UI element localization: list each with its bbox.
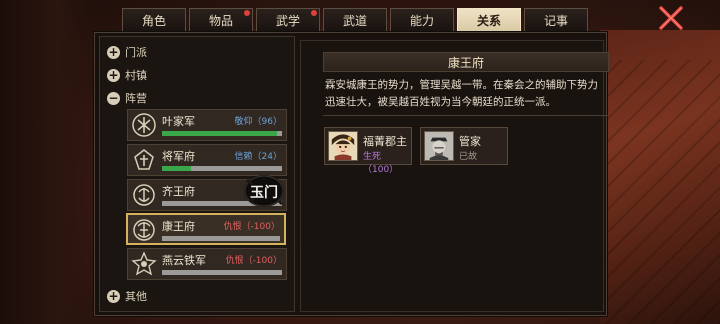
sect-seal-stamp: 玉门	[244, 175, 284, 207]
member-status: 生死（100）	[363, 152, 399, 175]
tab-martial-arts[interactable]: 武学	[256, 8, 320, 32]
notification-dot	[311, 10, 317, 16]
character-portrait-icon	[424, 131, 454, 161]
faction-row-yanyuntiejun[interactable]: 燕云铁军 仇恨（-100）	[127, 248, 287, 280]
faction-row-kangwangfu[interactable]: 康王府 仇恨（-100）	[126, 213, 286, 245]
faction-name: 燕云铁军	[162, 254, 206, 267]
tab-label: 武道	[342, 14, 367, 28]
category-label: 村镇	[125, 69, 147, 82]
expand-icon: +	[107, 44, 120, 59]
faction-row-jiangjunfu[interactable]: 将军府 信赖（24）	[127, 144, 287, 176]
tab-label: 武学	[275, 14, 300, 28]
notification-dot	[244, 10, 250, 16]
faction-name: 康王府	[162, 220, 195, 233]
category-sect[interactable]: + 门派	[107, 44, 147, 60]
faction-emblem-icon	[133, 184, 155, 206]
tab-abilities[interactable]: 能力	[390, 8, 454, 32]
faction-name: 叶家军	[162, 115, 195, 128]
tab-label: 记事	[543, 14, 568, 28]
faction-name: 齐王府	[162, 185, 195, 198]
tab-character[interactable]: 角色	[122, 8, 186, 32]
tab-journal[interactable]: 记事	[524, 8, 588, 32]
tab-bar: 角色 物品 武学 武道 能力 关系 记事	[122, 8, 588, 32]
faction-emblem-icon	[131, 251, 157, 276]
close-icon[interactable]	[658, 5, 684, 31]
relation-bar	[162, 270, 282, 275]
faction-name: 将军府	[162, 150, 195, 163]
faction-emblem-icon	[132, 113, 156, 137]
expand-icon: +	[107, 67, 120, 82]
relation-status: 信赖（24）	[234, 152, 282, 162]
category-label: 阵营	[125, 92, 147, 105]
member-name: 福菁郡主	[363, 135, 407, 148]
divider	[323, 115, 608, 116]
faction-description: 霖安城康王的势力，管理吴越一带。在秦会之的辅助下势力迅速壮大，被吴越百姓视为当今…	[325, 79, 598, 108]
character-portrait-icon	[328, 131, 358, 161]
member-card-fujing[interactable]: 福菁郡主 生死（100）	[324, 127, 412, 175]
tab-relations[interactable]: 关系	[457, 8, 521, 32]
background-pattern	[600, 60, 720, 324]
relation-bar	[162, 166, 282, 171]
collapse-icon: −	[107, 90, 120, 105]
relation-status: 仇恨（-100）	[225, 256, 282, 266]
tab-label: 能力	[409, 14, 434, 28]
tab-label: 物品	[208, 14, 233, 28]
relation-bar	[162, 131, 282, 136]
relation-bar-fill	[162, 166, 191, 171]
member-status: 已故	[459, 152, 478, 162]
member-card-guanjia[interactable]: 管家 已故	[420, 127, 508, 165]
seal-text: 玉门	[250, 184, 278, 201]
tab-label: 角色	[141, 14, 166, 28]
expand-icon: +	[107, 288, 120, 303]
faction-title-text: 康王府	[447, 55, 484, 70]
relation-status: 仇恨（-100）	[223, 222, 280, 232]
category-camp[interactable]: − 阵营	[107, 90, 147, 106]
category-village[interactable]: + 村镇	[107, 67, 147, 83]
category-label: 其他	[125, 290, 147, 303]
background-left	[0, 0, 95, 324]
relation-bar-fill	[162, 131, 278, 136]
tab-label: 关系	[476, 14, 501, 28]
faction-title: 康王府	[323, 52, 609, 72]
member-name: 管家	[459, 135, 481, 148]
relation-bar	[162, 236, 280, 241]
faction-emblem-icon	[134, 149, 154, 170]
relation-status: 敬仰（96）	[234, 117, 282, 127]
faction-emblem-icon	[133, 219, 155, 241]
category-label: 门派	[125, 46, 147, 59]
tab-items[interactable]: 物品	[189, 8, 253, 32]
tab-martial-way[interactable]: 武道	[323, 8, 387, 32]
faction-row-yejiajun[interactable]: 叶家军 敬仰（96）	[127, 109, 287, 141]
category-other[interactable]: + 其他	[107, 288, 147, 304]
